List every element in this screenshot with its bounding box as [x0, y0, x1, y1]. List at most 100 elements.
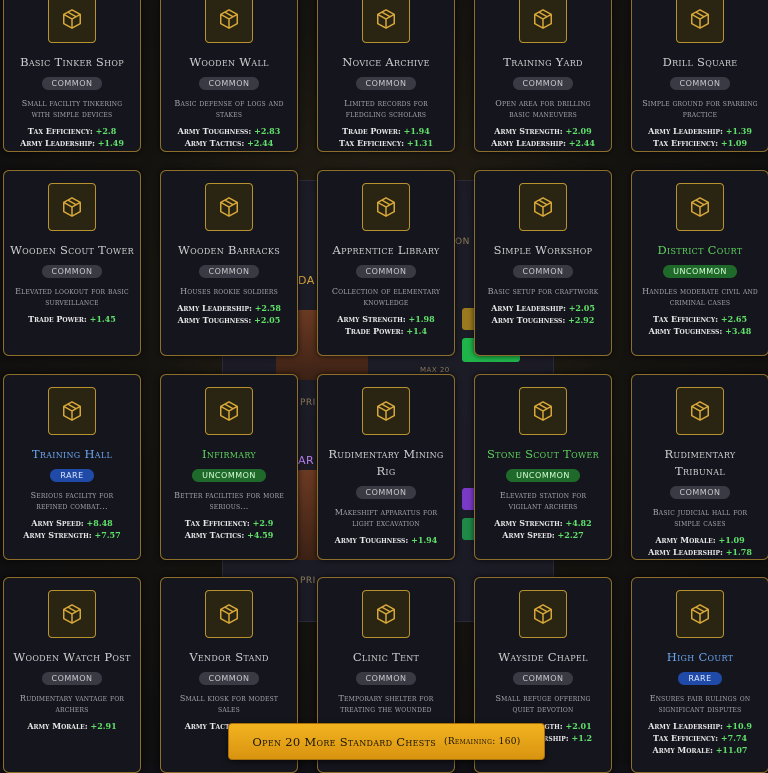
stat-value: +10.9: [725, 721, 752, 731]
stat-line: Tax Efficiency: +2.9: [161, 517, 297, 529]
stat-value: +8.48: [86, 518, 113, 528]
box-icon: [48, 387, 96, 435]
box-icon: [519, 590, 567, 638]
card-title: Basic Tinker Shop: [20, 55, 124, 69]
rarity-badge: COMMON: [669, 77, 731, 90]
building-card[interactable]: Apprentice Library COMMON Collection of el…: [317, 170, 455, 356]
card-description: Houses rookie soldiers: [180, 287, 278, 296]
box-icon: [676, 0, 724, 43]
stat-value: +2.05: [254, 315, 281, 325]
stat-list: Army Leadership: +2.05 Army Toughness: +2…: [475, 302, 611, 326]
stat-list: Army Morale: +1.09 Army Leadership: +1.78: [632, 534, 768, 558]
building-card[interactable]: Infirmary UNCOMMON Better facilities for m…: [160, 374, 298, 560]
card-description: Elevated lookout for basic surveillance: [15, 287, 129, 307]
rarity-badge: RARE: [50, 469, 94, 482]
box-icon: [205, 0, 253, 43]
stat-label: Army Strength:: [337, 314, 406, 324]
card-description: Collection of elementary knowledge: [331, 287, 441, 307]
stat-label: Army Leadership:: [491, 138, 566, 148]
building-card[interactable]: Drill Square COMMON Simple ground for spar…: [631, 0, 768, 152]
card-description: Temporary shelter for treating the wound…: [338, 694, 434, 714]
building-card[interactable]: Training Yard COMMON Open area for drillin…: [474, 0, 612, 152]
building-card[interactable]: Wooden Wall COMMON Basic defense of logs a…: [160, 0, 298, 152]
rarity-badge: COMMON: [355, 672, 417, 685]
stat-label: Army Toughness:: [177, 315, 252, 325]
stat-line: Army Toughness: +1.94: [318, 534, 454, 546]
stat-label: Army Leadership:: [177, 303, 252, 313]
building-card[interactable]: Novice Archive COMMON Limited records for …: [317, 0, 455, 152]
stat-label: Tax Efficiency:: [652, 138, 719, 148]
stat-line: Army Toughness: +2.92: [475, 314, 611, 326]
rarity-badge: COMMON: [355, 486, 417, 499]
stat-list: Army Strength: +1.98 Trade Power: +1.4: [318, 313, 454, 337]
building-card[interactable]: Training Hall RARE Serious facility for re…: [3, 374, 141, 560]
rarity-badge: RARE: [678, 672, 722, 685]
card-description: Basic defense of logs and stakes: [174, 99, 284, 119]
card-title: Wooden Watch Post: [13, 650, 131, 664]
stat-value: +1.4: [406, 326, 428, 336]
building-card[interactable]: Wooden Scout Tower COMMON Elevated lookout…: [3, 170, 141, 356]
stat-line: Tax Efficiency: +2.65: [632, 313, 768, 325]
open-chests-button[interactable]: Open 20 More Standard Chests (Remaining:…: [228, 723, 545, 760]
building-card-grid: Basic Tinker Shop COMMON Small facility ti…: [0, 0, 768, 773]
stat-value: +2.05: [568, 303, 595, 313]
stat-label: Army Strength:: [494, 126, 563, 136]
rarity-badge: COMMON: [198, 77, 260, 90]
stat-label: Army Leadership:: [20, 138, 95, 148]
stat-list: Tax Efficiency: +2.65 Army Toughness: +3.…: [632, 313, 768, 337]
card-description: Serious facility for refined combat...: [30, 491, 114, 511]
card-description: Ensures fair rulings on significant disp…: [649, 694, 751, 714]
rarity-badge: COMMON: [41, 672, 103, 685]
stat-line: Army Strength: +4.82: [475, 517, 611, 529]
stat-list: Army Morale: +2.91: [4, 720, 140, 732]
stat-value: +2.8: [95, 126, 117, 136]
stat-value: +2.44: [247, 138, 274, 148]
card-title: District Court: [657, 243, 743, 257]
box-icon: [362, 387, 410, 435]
rarity-badge: COMMON: [355, 77, 417, 90]
card-description: Handles moderate civil and criminal case…: [642, 287, 758, 307]
stat-label: Army Leadership:: [648, 721, 723, 731]
box-icon: [519, 0, 567, 43]
stat-value: +2.92: [568, 315, 595, 325]
building-card[interactable]: Rudimentary Mining Rig COMMON Makeshift ap…: [317, 374, 455, 560]
card-title: Rudimentary Tribunal: [664, 447, 736, 478]
building-card[interactable]: Stone Scout Tower UNCOMMON Elevated statio…: [474, 374, 612, 560]
stat-value: +3.48: [725, 326, 752, 336]
card-title: Rudimentary Mining Rig: [328, 447, 444, 478]
stat-label: Trade Power:: [28, 314, 87, 324]
remaining-count: (Remaining: 160): [444, 736, 521, 747]
card-description: Better facilities for more serious...: [174, 491, 284, 511]
stat-value: +4.59: [247, 530, 274, 540]
stat-value: +11.07: [715, 745, 748, 755]
stat-label: Tax Efficiency:: [652, 733, 719, 743]
card-description: Simple ground for sparring practice: [642, 99, 758, 119]
stat-line: Army Morale: +2.91: [4, 720, 140, 732]
stat-value: +1.49: [97, 138, 124, 148]
card-title: Infirmary: [201, 447, 256, 461]
building-card[interactable]: Basic Tinker Shop COMMON Small facility ti…: [3, 0, 141, 152]
building-card[interactable]: Wooden Barracks COMMON Houses rookie soldi…: [160, 170, 298, 356]
stat-line: Army Toughness: +3.48: [632, 325, 768, 337]
stat-line: Army Strength: +1.98: [318, 313, 454, 325]
stat-label: Army Toughness:: [334, 535, 409, 545]
box-icon: [48, 0, 96, 43]
stat-value: +1.98: [408, 314, 435, 324]
building-card[interactable]: High Court RARE Ensures fair rulings on si…: [631, 577, 768, 773]
stat-value: +2.01: [565, 721, 592, 731]
building-card[interactable]: District Court UNCOMMON Handles moderate c…: [631, 170, 768, 356]
rarity-badge: COMMON: [512, 77, 574, 90]
card-description: Makeshift apparatus for light excavation: [334, 508, 438, 528]
building-card[interactable]: Simple Workshop COMMON Basic setup for cra…: [474, 170, 612, 356]
stat-line: Army Speed: +2.27: [475, 529, 611, 541]
stat-value: +1.31: [406, 138, 434, 148]
card-description: Small facility tinkering with simple dev…: [21, 99, 123, 119]
building-card[interactable]: Rudimentary Tribunal COMMON Basic judicial…: [631, 374, 768, 560]
stat-label: Army Toughness:: [177, 126, 252, 136]
box-icon: [362, 0, 410, 43]
stat-line: Tax Efficiency: +1.09: [632, 137, 768, 149]
stat-value: +2.9: [252, 518, 274, 528]
card-title: Wooden Scout Tower: [10, 243, 134, 257]
building-card[interactable]: Wooden Watch Post COMMON Rudimentary vanta…: [3, 577, 141, 773]
stat-label: Army Strength:: [23, 530, 92, 540]
